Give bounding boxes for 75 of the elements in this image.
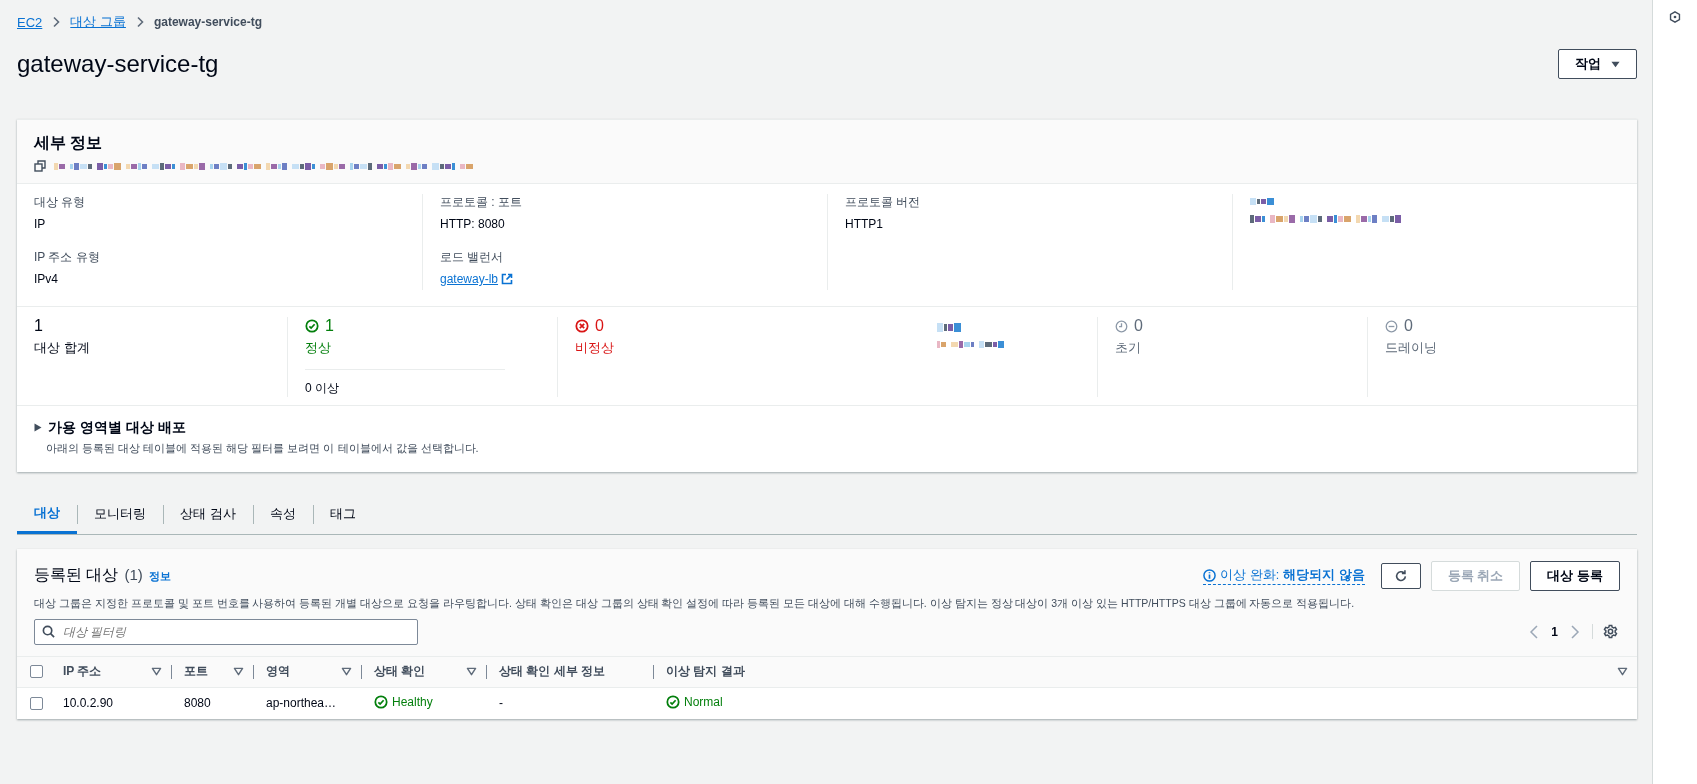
- field-value: IPv4: [34, 272, 59, 286]
- row-checkbox[interactable]: [30, 696, 43, 710]
- sort-icon[interactable]: [151, 667, 162, 676]
- panel-description: 대상 그룹은 지정한 프로토콜 및 포트 번호를 사용하여 등록된 개별 대상으로 요청을 라우팅합니다. 상태 확인은 대상 그룹의 상태 확인 설정에 따라 등록된 모든 대상에 대해 수행됩니다. 이상 탐지는 정상 대상이 3개 이상 있는 HTTP/HTTPS 대상 그룹에 자동으로 적용됩니다.: [34, 596, 1356, 611]
- sort-icon[interactable]: [233, 667, 244, 676]
- info-link[interactable]: 정보: [148, 569, 171, 584]
- info-icon: [1203, 568, 1217, 582]
- external-link-icon: [501, 273, 514, 285]
- stat-label: 대상 합계: [34, 339, 91, 357]
- tab[interactable]: 상태 검사: [163, 494, 253, 534]
- table-cell: ap-northea…: [266, 696, 337, 710]
- caret-right-icon: [34, 423, 42, 432]
- field-value: IP: [34, 217, 47, 231]
- field-label: IP 주소 유형: [34, 249, 101, 266]
- tab[interactable]: 모니터링: [77, 494, 163, 534]
- page-title: gateway-service-tg: [17, 50, 219, 78]
- field-label: 대상 유형: [34, 194, 87, 211]
- mitigation-link[interactable]: 이상 완화: 해당되지 않음: [1203, 566, 1365, 585]
- field-label: 프로토콜 : 포트: [440, 194, 523, 211]
- check-circle-icon: [374, 694, 388, 709]
- stat-count: 0: [575, 317, 604, 335]
- stat-count: 1: [305, 317, 334, 335]
- stat-label: 드레이닝: [1385, 339, 1438, 357]
- section-description: 아래의 등록된 대상 테이블에 적용된 해당 필터를 보려면 이 테이블에서 값을 선택합니다.: [46, 440, 480, 456]
- refresh-icon: [1393, 568, 1408, 583]
- stat-label: 초기: [1115, 339, 1142, 357]
- search-icon: [42, 624, 55, 638]
- load-balancer-link[interactable]: gateway-lb: [440, 272, 810, 286]
- tab[interactable]: 대상: [17, 494, 77, 534]
- target-count: (1): [124, 566, 143, 583]
- field-value: HTTP1: [845, 217, 884, 231]
- tab[interactable]: 속성: [252, 494, 313, 534]
- action-button[interactable]: 대상 등록: [1530, 560, 1620, 591]
- filter-field[interactable]: 대상 필터링: [34, 618, 418, 645]
- field-value: HTTP: 8080: [440, 217, 506, 231]
- sort-icon[interactable]: [466, 667, 477, 676]
- table-cell: -: [499, 696, 503, 710]
- minus-circle-icon: [1385, 319, 1398, 333]
- actions-button[interactable]: 작업: [1558, 49, 1637, 79]
- page-number[interactable]: 1: [1551, 624, 1558, 639]
- panel-title: 등록된 대상: [34, 565, 119, 585]
- sort-icon[interactable]: [341, 667, 352, 676]
- column-header[interactable]: 영역: [266, 663, 290, 680]
- table-cell: 10.0.2.90: [63, 696, 114, 710]
- status-label: Normal: [666, 694, 723, 709]
- breadcrumb-link[interactable]: EC2: [17, 14, 43, 30]
- status-label: Healthy: [374, 694, 433, 709]
- column-header[interactable]: IP 주소: [63, 663, 102, 680]
- refresh-button[interactable]: [1380, 562, 1421, 589]
- caret-icon: [1611, 60, 1620, 68]
- breadcrumb-link[interactable]: 대상 그룹: [70, 13, 126, 31]
- dropdown-icon[interactable]: [1617, 667, 1628, 676]
- tab[interactable]: 태그: [312, 494, 373, 534]
- column-header[interactable]: 이상 탐지 결과: [666, 663, 745, 680]
- section-toggle[interactable]: 가용 영역별 대상 배포: [34, 418, 186, 437]
- stat-count: 0: [1115, 317, 1143, 335]
- panel-title: 세부 정보: [34, 133, 104, 153]
- field-label: 로드 밸런서: [440, 249, 505, 266]
- breadcrumb-current: gateway-service-tg: [153, 15, 262, 29]
- table-cell: 8080: [184, 696, 211, 710]
- hexagon-icon[interactable]: [1669, 11, 1681, 23]
- check-circle-icon: [305, 319, 319, 333]
- stat-count: 0: [1385, 317, 1413, 335]
- copy-icon[interactable]: [34, 160, 46, 172]
- column-header[interactable]: 포트: [184, 663, 208, 680]
- stat-count: 1: [34, 317, 43, 335]
- stat-label: 비정상: [575, 339, 615, 357]
- settings-icon[interactable]: [1592, 624, 1618, 639]
- check-circle-icon: [666, 694, 680, 709]
- stat-sub-label: 0 이상: [305, 369, 505, 397]
- field-label: 프로토콜 버전: [845, 194, 922, 211]
- error-circle-icon: [575, 319, 589, 333]
- stat-label: 정상: [305, 339, 332, 357]
- clock-icon: [1115, 319, 1128, 333]
- select-all-checkbox[interactable]: [30, 665, 43, 678]
